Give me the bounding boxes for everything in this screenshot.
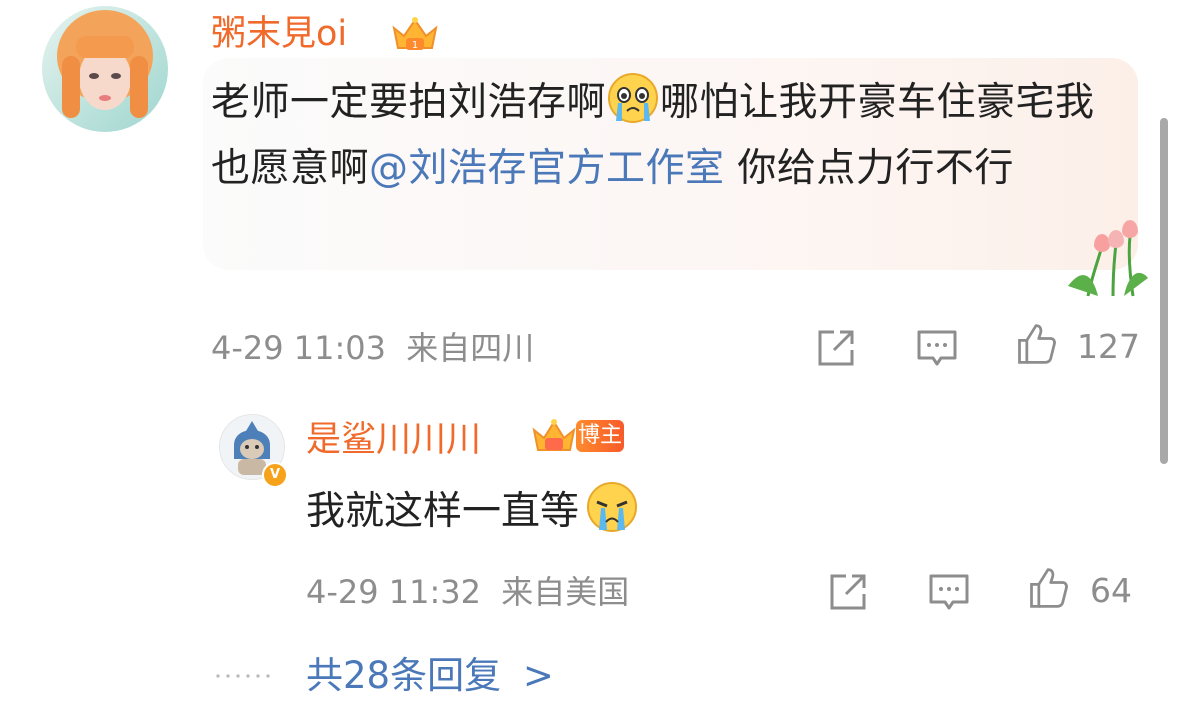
comment-text-part3: 你给点力行不行	[724, 146, 1014, 191]
comment-text-part1: 老师一定要拍刘浩存啊	[211, 80, 607, 125]
tulip-decoration-icon	[1068, 220, 1148, 297]
comment-meta: 4-29 11:03 来自四川	[211, 328, 534, 368]
comment-timestamp: 4-29 11:03	[211, 329, 387, 367]
reply-text-content: 我就这样一直等	[306, 489, 580, 534]
comment-text: 老师一定要拍刘浩存啊 哪怕让我开豪车住豪宅我也愿意啊@刘浩存官方工作室 你给点力…	[211, 70, 1121, 202]
like-count: 127	[1077, 327, 1140, 366]
blogger-tag: 博主	[576, 420, 624, 452]
comment-location: 来自四川	[406, 329, 535, 367]
reply-location: 来自美国	[501, 573, 630, 611]
reply-meta: 4-29 11:32 来自美国	[306, 572, 629, 612]
reply-text: 我就这样一直等	[306, 480, 639, 542]
replier-username[interactable]: 是鲨川川川	[306, 418, 481, 462]
comment-icon[interactable]	[927, 570, 971, 614]
sobbing-emoji-icon	[587, 482, 638, 532]
commenter-avatar[interactable]	[42, 6, 168, 132]
avatar-portrait	[57, 10, 153, 118]
svg-text:1: 1	[412, 40, 418, 51]
like-icon[interactable]	[1026, 566, 1070, 610]
share-icon[interactable]	[814, 326, 858, 370]
crying-emoji-icon	[608, 73, 659, 123]
scrollbar[interactable]	[1160, 118, 1168, 464]
more-replies-label: 共28条回复	[306, 654, 502, 697]
mention-link[interactable]: @刘浩存官方工作室	[369, 146, 725, 191]
crown-badge-icon	[532, 419, 576, 451]
more-replies-link[interactable]: 共28条回复 >	[306, 652, 554, 700]
commenter-username[interactable]: 粥末見oi	[211, 12, 347, 56]
verified-badge: V	[262, 462, 288, 488]
like-icon[interactable]	[1014, 322, 1058, 366]
chevron-right-icon: >	[522, 654, 554, 697]
reply-timestamp: 4-29 11:32	[306, 573, 482, 611]
crown-badge-icon: 1	[392, 17, 438, 51]
comment-icon[interactable]	[915, 326, 959, 370]
share-icon[interactable]	[826, 570, 870, 614]
dotted-separator	[216, 674, 270, 678]
reply-like-count: 64	[1090, 571, 1132, 610]
